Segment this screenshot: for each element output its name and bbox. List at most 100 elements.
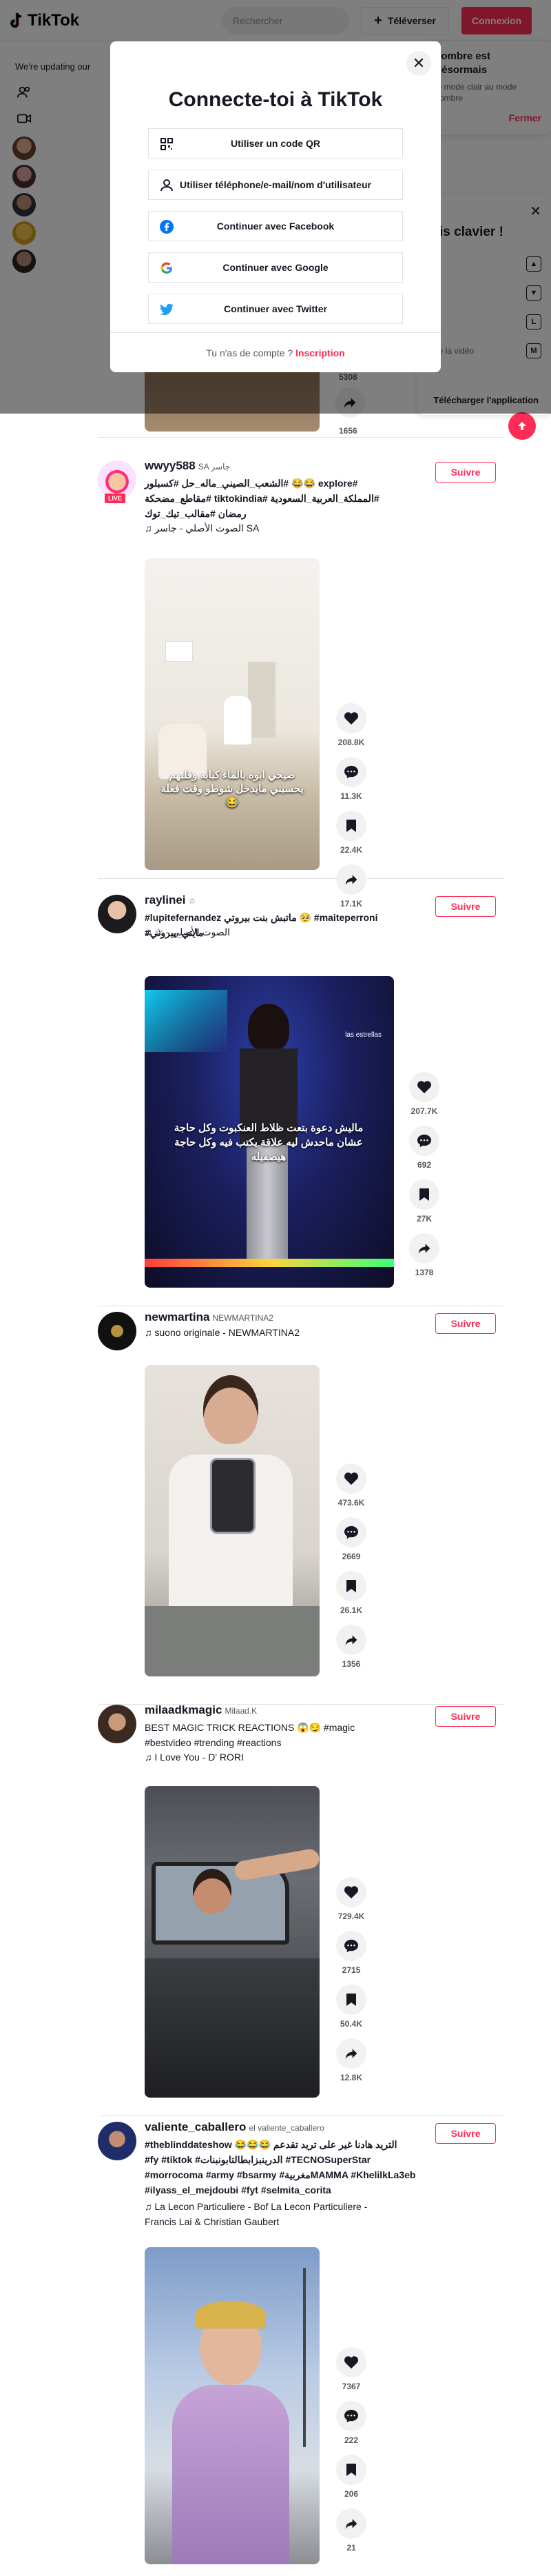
avatar[interactable] xyxy=(98,2122,136,2160)
video-player[interactable] xyxy=(145,1365,320,1676)
like-count: 208.8K xyxy=(337,738,365,747)
caption-line: #bestvideo #trending #reactions xyxy=(145,1737,282,1748)
author-nickname: Milaad.K xyxy=(225,1706,258,1716)
share-icon xyxy=(336,2038,366,2069)
comment-count: 11.3K xyxy=(340,791,362,801)
login-option-phone[interactable]: Utiliser téléphone/e-mail/nom d'utilisat… xyxy=(148,170,403,200)
avatar[interactable] xyxy=(98,1312,136,1350)
video-player[interactable]: las estrellas ماليش دعوة بتعت ظلاط العنك… xyxy=(145,976,394,1288)
music-title: La Lecon Particuliere - Bof La Lecon Par… xyxy=(154,2201,368,2212)
like-action[interactable]: 7367 xyxy=(335,2347,368,2401)
follow-button[interactable]: Suivre xyxy=(435,2123,496,2144)
bookmark-icon xyxy=(336,1571,366,1601)
follow-button[interactable]: Suivre xyxy=(435,462,496,483)
save-action[interactable]: 22.4K xyxy=(335,811,368,864)
comment-action[interactable]: 692 xyxy=(408,1126,441,1179)
avatar[interactable] xyxy=(98,1705,136,1743)
like-action[interactable]: 729.4K xyxy=(335,1877,368,1931)
login-option-label: Continuer avec Facebook xyxy=(216,221,335,232)
phone-object xyxy=(210,1458,256,1534)
signup-link[interactable]: Inscription xyxy=(295,347,345,358)
feed-post: LIVE wwyy588 SA جاسر Suivre #explore 😂😂 #… xyxy=(98,455,504,909)
modal-title: Connecte-toi à TikTok xyxy=(168,88,383,111)
caption-line: BEST MAGIC TRICK REACTIONS 😱😏 #magic xyxy=(145,1722,355,1733)
login-option-twitter[interactable]: Continuer avec Twitter xyxy=(148,294,403,324)
music-line[interactable]: ♫ I Love You - D' RORI xyxy=(145,1752,244,1763)
scroll-top-button[interactable] xyxy=(508,412,536,440)
table-surface xyxy=(145,1606,320,1676)
post-caption: BEST MAGIC TRICK REACTIONS 😱😏 #magic #be… xyxy=(145,1720,420,1750)
author-username[interactable]: wwyy588 xyxy=(145,459,196,472)
share-action[interactable]: 1356 xyxy=(335,1625,368,1679)
author-username[interactable]: valiente_caballero xyxy=(145,2120,246,2133)
qr-code-icon xyxy=(160,137,174,151)
author-nickname: NEWMARTINA2 xyxy=(212,1313,273,1323)
share-action[interactable]: 12.8K xyxy=(335,2038,368,2092)
author-nickname: ☆ xyxy=(188,896,196,906)
comment-action[interactable]: 2715 xyxy=(335,1931,368,1985)
comment-action[interactable]: 222 xyxy=(335,2401,368,2455)
caption-line: #ilyass_el_mejdoubi #fyt #selmita_corita xyxy=(145,2184,331,2195)
video-player[interactable]: صيحي ابوه بالماء كبابه وقلبهم يحسبني ماي… xyxy=(145,558,320,870)
singer-shape xyxy=(248,1004,289,1052)
caption-line: #المملكة_العربية_السعودية #tiktokindia #… xyxy=(145,493,380,504)
music-artist: Francis Lai & Christian Gaubert xyxy=(145,2216,280,2227)
music-line[interactable]: ♫ ☆ - الصوت الأصلي xyxy=(145,926,230,938)
bookmark-icon xyxy=(409,1179,439,1210)
comment-icon xyxy=(336,1931,366,1961)
comment-count: 2669 xyxy=(342,1552,361,1561)
login-option-facebook[interactable]: Continuer avec Facebook xyxy=(148,211,403,241)
comment-action[interactable]: 11.3K xyxy=(335,757,368,811)
share-icon xyxy=(336,2508,366,2539)
like-count: 7367 xyxy=(342,2382,361,2391)
person-head xyxy=(203,1375,258,1444)
caption-line: #explore 😂😂 #الشعب_الصيني_ماله_حل #كسبلو… xyxy=(145,478,358,489)
live-badge: LIVE xyxy=(105,494,126,503)
like-count: 473.6K xyxy=(337,1498,365,1508)
comment-count: 222 xyxy=(344,2435,359,2445)
music-line[interactable]: ♫ الصوت الأصلي - جاسر SA xyxy=(145,523,259,534)
wall-ac-unit xyxy=(165,641,193,662)
author-username[interactable]: raylinei xyxy=(145,893,186,906)
follow-button[interactable]: Suivre xyxy=(435,1706,496,1727)
bookmark-icon xyxy=(336,811,366,841)
google-icon xyxy=(160,261,174,275)
like-action[interactable]: 208.8K xyxy=(335,703,368,757)
save-action[interactable]: 50.4K xyxy=(335,1985,368,2038)
music-line[interactable]: ♫ La Lecon Particuliere - Bof La Lecon P… xyxy=(145,2199,367,2229)
share-action[interactable]: 21 xyxy=(335,2508,368,2562)
heart-icon xyxy=(409,1072,439,1102)
action-bar: 473.6K 2669 26.1K 1356 xyxy=(335,1463,368,1679)
avatar[interactable] xyxy=(98,895,136,933)
feed-post: valiente_caballero el valiente_caballero … xyxy=(98,2116,504,2576)
author-username[interactable]: newmartina xyxy=(145,1310,209,1324)
author-line: newmartina NEWMARTINA2 xyxy=(145,1310,273,1324)
bookmark-icon xyxy=(336,2455,366,2485)
save-action[interactable]: 27K xyxy=(408,1179,441,1233)
comment-action[interactable]: 2669 xyxy=(335,1517,368,1571)
like-count: 729.4K xyxy=(337,1911,365,1921)
author-username[interactable]: milaadkmagic xyxy=(145,1703,222,1716)
save-action[interactable]: 206 xyxy=(335,2455,368,2508)
video-caption-text: ماليش دعوة بتعت ظلاط العنكبوت وكل حاجة ع… xyxy=(174,1122,364,1163)
login-option-qr[interactable]: Utiliser un code QR xyxy=(148,128,403,159)
follow-button[interactable]: Suivre xyxy=(435,896,496,917)
heart-icon xyxy=(336,703,366,733)
save-action[interactable]: 26.1K xyxy=(335,1571,368,1625)
music-line[interactable]: ♫ suono originale - NEWMARTINA2 xyxy=(145,1327,300,1338)
video-player[interactable] xyxy=(145,2247,320,2564)
login-option-google[interactable]: Continuer avec Google xyxy=(148,252,403,283)
action-bar: 7367 222 206 21 xyxy=(335,2347,368,2562)
follow-button[interactable]: Suivre xyxy=(435,1313,496,1334)
close-icon[interactable]: ✕ xyxy=(406,51,431,76)
save-count: 22.4K xyxy=(340,845,363,855)
author-line: valiente_caballero el valiente_caballero xyxy=(145,2120,324,2134)
like-action[interactable]: 473.6K xyxy=(335,1463,368,1517)
caption-line: رمضان #مقالب_تيك_توك xyxy=(145,508,247,519)
login-option-label: Continuer avec Twitter xyxy=(224,303,327,314)
post-caption: #explore 😂😂 #الشعب_الصيني_ماله_حل #كسبلو… xyxy=(145,476,420,521)
like-action[interactable]: 207.7K xyxy=(408,1072,441,1126)
video-player[interactable] xyxy=(145,1786,320,2098)
author-nickname: el valiente_caballero xyxy=(249,2123,324,2133)
share-action[interactable]: 1378 xyxy=(408,1233,441,1287)
